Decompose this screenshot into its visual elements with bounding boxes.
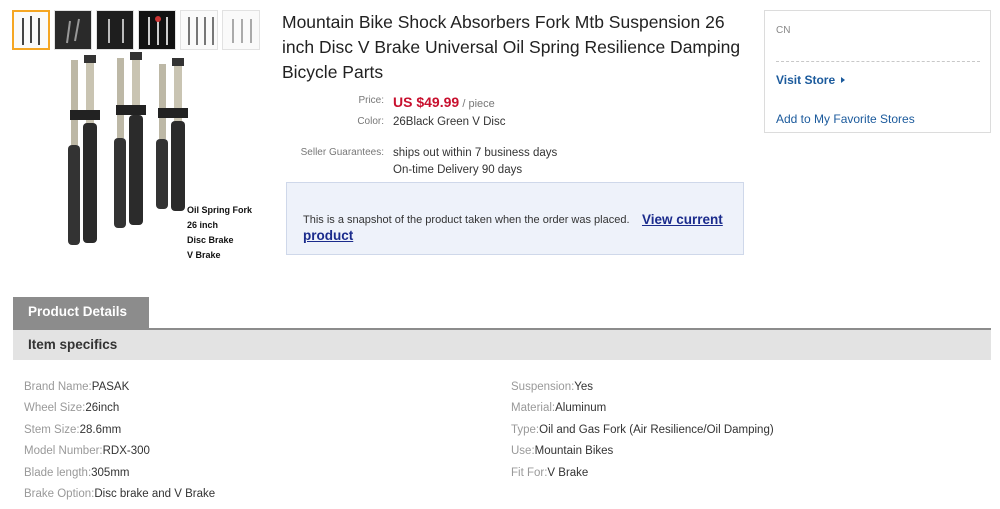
spec-value: 305mm [91,467,130,479]
tab-product-details[interactable]: Product Details [13,297,149,329]
spec-key: Brand Name: [24,381,92,393]
add-favorite-store-link[interactable]: Add to My Favorite Stores [776,112,915,126]
spec-key: Material: [511,402,556,414]
price-value: US $49.99 [393,94,460,110]
spec-key: Type: [511,424,540,436]
snapshot-text: This is a snapshot of the product taken … [303,214,630,226]
spec-row: Fit For:V Brake [511,467,588,479]
color-value: 26Black Green V Disc [393,116,506,128]
thumbnail-4[interactable] [138,10,176,50]
color-label: Color: [357,116,384,127]
guarantee-delivery: On-time Delivery 90 days [393,164,523,176]
spec-value: RDX-300 [102,445,150,457]
arrow-right-icon [841,77,846,83]
spec-row: Type:Oil and Gas Fork (Air Resilience/Oi… [511,424,774,436]
caption-line: Oil Spring Fork [187,205,253,215]
caption-line: Disc Brake [187,235,234,245]
spec-value: 28.6mm [79,424,122,436]
spec-row: Material:Aluminum [511,402,606,414]
spec-row: Blade length:305mm [24,467,130,479]
price-label: Price: [358,95,384,106]
spec-key: Model Number: [24,445,103,457]
spec-value: Oil and Gas Fork (Air Resilience/Oil Dam… [539,424,774,436]
spec-value: Mountain Bikes [534,445,614,457]
guarantee-shipping: ships out within 7 business days [393,147,558,159]
spec-row: Stem Size:28.6mm [24,424,121,436]
thumbnail-3[interactable] [96,10,134,50]
spec-row: Model Number:RDX-300 [24,445,150,457]
spec-value: Yes [574,381,594,393]
visit-store-label: Visit Store [776,73,836,87]
visit-store-link[interactable]: Visit Store [776,73,846,87]
spec-key: Stem Size: [24,424,80,436]
thumbnail-6[interactable] [222,10,260,50]
spec-row: Suspension:Yes [511,381,593,393]
store-divider [776,61,980,62]
store-country: CN [776,25,791,36]
caption-line: V Brake [187,250,221,260]
spec-key: Brake Option: [24,488,95,500]
spec-key: Blade length: [24,467,92,479]
thumbnail-1[interactable] [12,10,50,50]
spec-value: Aluminum [555,402,607,414]
spec-value: V Brake [547,467,589,479]
spec-value: PASAK [91,381,130,393]
spec-row: Brake Option:Disc brake and V Brake [24,488,215,500]
snapshot-notice: This is a snapshot of the product taken … [286,182,744,255]
thumbnail-strip [12,10,262,52]
item-specifics-header: Item specifics [13,330,991,360]
spec-row: Brand Name:PASAK [24,381,129,393]
spec-value: 26inch [85,402,120,414]
spec-key: Wheel Size: [24,402,86,414]
store-box: CN Visit Store Add to My Favorite Stores [764,10,991,133]
thumbnail-2[interactable] [54,10,92,50]
image-caption: Oil Spring Fork 26 inch Disc Brake V Bra… [187,203,252,263]
caption-line: 26 inch [187,220,219,230]
guarantee-label: Seller Guarantees: [300,147,384,158]
price-unit: / piece [462,98,495,110]
thumbnail-5[interactable] [180,10,218,50]
spec-key: Suspension: [511,381,575,393]
item-specifics-title: Item specifics [28,337,118,352]
product-title: Mountain Bike Shock Absorbers Fork Mtb S… [282,12,741,82]
spec-value: Disc brake and V Brake [94,488,216,500]
spec-row: Wheel Size:26inch [24,402,119,414]
spec-key: Fit For: [511,467,548,479]
spec-key: Use: [511,445,535,457]
product-gallery: Oil Spring Fork 26 inch Disc Brake V Bra… [12,10,262,260]
spec-row: Use:Mountain Bikes [511,445,613,457]
